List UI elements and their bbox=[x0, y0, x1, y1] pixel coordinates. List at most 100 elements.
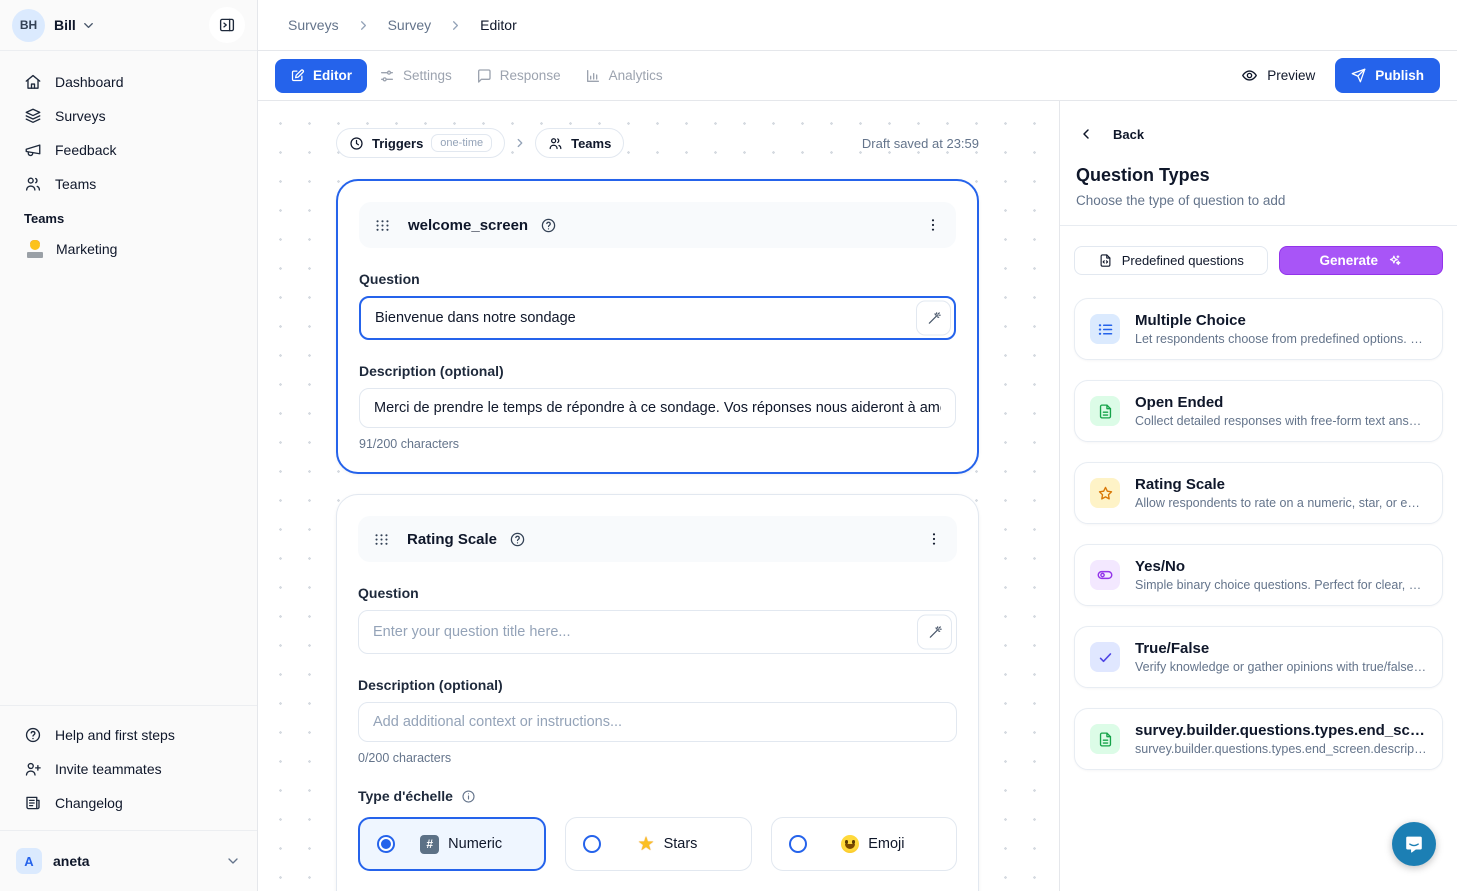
trigger-type-badge: one-time bbox=[431, 134, 492, 152]
breadcrumb-editor[interactable]: Editor bbox=[480, 17, 517, 33]
sidebar-item-help[interactable]: Help and first steps bbox=[10, 718, 247, 752]
file-text-icon bbox=[1090, 396, 1120, 426]
question-title-input[interactable] bbox=[359, 296, 956, 340]
radio-unselected[interactable] bbox=[789, 835, 807, 853]
question-field-label: Question bbox=[359, 271, 956, 287]
sidebar-collapse-button[interactable] bbox=[209, 7, 245, 43]
tab-label: Settings bbox=[403, 68, 452, 83]
newspaper-icon bbox=[24, 794, 42, 812]
question-type-true-false[interactable]: True/False Verify knowledge or gather op… bbox=[1074, 626, 1443, 688]
sidebar-item-invite[interactable]: Invite teammates bbox=[10, 752, 247, 786]
sidebar-item-teams[interactable]: Teams bbox=[10, 167, 247, 201]
star-icon bbox=[1090, 478, 1120, 508]
help-circle-icon[interactable] bbox=[540, 217, 557, 234]
preview-button[interactable]: Preview bbox=[1241, 67, 1315, 84]
star-emoji: ★ bbox=[638, 835, 655, 854]
publish-button[interactable]: Publish bbox=[1335, 58, 1440, 93]
list-icon bbox=[1090, 314, 1120, 344]
tab-settings[interactable]: Settings bbox=[367, 59, 464, 93]
question-type-name: Rating Scale bbox=[1135, 476, 1427, 493]
sidebar-item-surveys[interactable]: Surveys bbox=[10, 99, 247, 133]
drag-handle-icon[interactable] bbox=[373, 531, 390, 548]
main-area: Surveys Survey Editor Editor Setting bbox=[258, 0, 1457, 891]
app-root: BH Bill Dashboard Surveys bbox=[0, 0, 1457, 891]
panel-divider bbox=[1060, 225, 1457, 226]
breadcrumb-surveys[interactable]: Surveys bbox=[288, 17, 339, 33]
sidebar-item-marketing[interactable]: Marketing bbox=[10, 232, 247, 266]
breadcrumb-survey[interactable]: Survey bbox=[388, 17, 432, 33]
tab-response[interactable]: Response bbox=[464, 59, 573, 93]
question-type-desc: Simple binary choice questions. Perfect … bbox=[1135, 578, 1427, 592]
question-description-input[interactable] bbox=[359, 388, 956, 428]
question-type-name: True/False bbox=[1135, 640, 1427, 657]
kebab-menu-icon[interactable] bbox=[926, 531, 942, 547]
question-type-open-ended[interactable]: Open Ended Collect detailed responses wi… bbox=[1074, 380, 1443, 442]
help-circle-icon[interactable] bbox=[509, 531, 526, 548]
triggers-label: Triggers bbox=[372, 136, 423, 151]
draft-status: Draft saved at 23:59 bbox=[862, 136, 979, 151]
sidebar-item-label: Dashboard bbox=[55, 74, 124, 90]
chevron-left-icon bbox=[1078, 126, 1094, 142]
panel-title: Question Types bbox=[1076, 165, 1443, 186]
users-icon bbox=[548, 136, 563, 151]
home-icon bbox=[24, 73, 42, 91]
question-type-desc: Allow respondents to rate on a numeric, … bbox=[1135, 496, 1427, 510]
sidebar-item-label: Surveys bbox=[55, 108, 106, 124]
technologist-emoji bbox=[26, 240, 44, 258]
info-icon[interactable] bbox=[461, 789, 476, 804]
question-card-header[interactable]: Rating Scale bbox=[358, 516, 957, 562]
megaphone-icon bbox=[24, 141, 42, 159]
account-switcher[interactable]: A aneta bbox=[10, 841, 247, 881]
panel-subtitle: Choose the type of question to add bbox=[1076, 193, 1443, 208]
magic-wand-button[interactable] bbox=[916, 301, 951, 336]
edit-icon bbox=[290, 68, 305, 83]
panel-actions: Predefined questions Generate bbox=[1074, 246, 1443, 275]
tab-analytics[interactable]: Analytics bbox=[573, 59, 675, 93]
kebab-menu-icon[interactable] bbox=[925, 217, 941, 233]
survey-flow-row: Triggers one-time Teams Draft sav bbox=[336, 128, 979, 158]
radio-selected[interactable] bbox=[377, 835, 395, 853]
char-count: 91/200 characters bbox=[359, 437, 956, 451]
char-count: 0/200 characters bbox=[358, 751, 957, 765]
teams-pill[interactable]: Teams bbox=[535, 128, 624, 158]
question-type-desc: Verify knowledge or gather opinions with… bbox=[1135, 660, 1427, 674]
radio-unselected[interactable] bbox=[583, 835, 601, 853]
editor-toolbar: Editor Settings Response Analytics bbox=[258, 51, 1457, 101]
question-type-rating-scale[interactable]: Rating Scale Allow respondents to rate o… bbox=[1074, 462, 1443, 524]
workspace-switcher[interactable]: BH Bill bbox=[0, 0, 257, 51]
chevron-down-icon bbox=[225, 853, 241, 869]
question-card-welcome-screen[interactable]: welcome_screen Question bbox=[336, 179, 979, 474]
sidebar-item-feedback[interactable]: Feedback bbox=[10, 133, 247, 167]
teams-section-label: Teams bbox=[10, 201, 247, 232]
question-type-multiple-choice[interactable]: Multiple Choice Let respondents choose f… bbox=[1074, 298, 1443, 360]
predefined-questions-button[interactable]: Predefined questions bbox=[1074, 246, 1268, 275]
generate-button[interactable]: Generate bbox=[1279, 246, 1443, 275]
question-card-header[interactable]: welcome_screen bbox=[359, 202, 956, 248]
sidebar-item-changelog[interactable]: Changelog bbox=[10, 786, 247, 820]
chat-launcher-button[interactable] bbox=[1392, 822, 1436, 866]
question-card-rating-scale[interactable]: Rating Scale Question bbox=[336, 494, 979, 891]
publish-label: Publish bbox=[1375, 68, 1424, 83]
sidebar-spacer bbox=[0, 266, 257, 705]
back-button[interactable]: Back bbox=[1078, 126, 1443, 142]
question-description-input[interactable] bbox=[358, 702, 957, 742]
tab-label: Analytics bbox=[609, 68, 663, 83]
sidebar-item-dashboard[interactable]: Dashboard bbox=[10, 65, 247, 99]
question-title-input[interactable] bbox=[358, 610, 957, 654]
drag-handle-icon[interactable] bbox=[374, 217, 391, 234]
triggers-pill[interactable]: Triggers one-time bbox=[336, 128, 505, 158]
help-circle-icon bbox=[24, 726, 42, 744]
preview-label: Preview bbox=[1267, 68, 1315, 83]
question-type-yes-no[interactable]: Yes/No Simple binary choice questions. P… bbox=[1074, 544, 1443, 606]
teams-pill-label: Teams bbox=[571, 136, 611, 151]
magic-wand-button[interactable] bbox=[917, 615, 952, 650]
account-section: A aneta bbox=[0, 830, 257, 891]
scale-option-stars[interactable]: ★ Stars bbox=[565, 817, 751, 871]
check-icon bbox=[1090, 642, 1120, 672]
question-type-end-screen[interactable]: survey.builder.questions.types.end_scr..… bbox=[1074, 708, 1443, 770]
scale-option-numeric[interactable]: # Numeric bbox=[358, 817, 546, 871]
tab-editor[interactable]: Editor bbox=[275, 59, 367, 93]
scale-option-emoji[interactable]: Emoji bbox=[771, 817, 957, 871]
toggle-icon bbox=[1090, 560, 1120, 590]
team-label: Marketing bbox=[56, 241, 117, 257]
